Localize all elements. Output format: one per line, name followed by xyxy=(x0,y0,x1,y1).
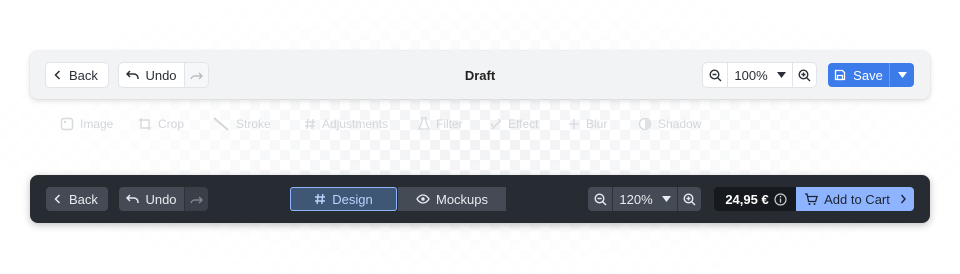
info-icon[interactable] xyxy=(774,192,787,206)
hash-icon xyxy=(314,193,326,205)
effect-icon xyxy=(490,118,502,130)
view-tabs: Design Mockups xyxy=(290,187,506,211)
zoom-in-icon xyxy=(798,68,811,82)
cart-icon xyxy=(804,192,818,206)
zoom-out-icon xyxy=(593,192,607,206)
ghost-tool-image: Image xyxy=(60,117,113,131)
purchase-group: 24,95 € Add to Cart xyxy=(714,187,914,211)
background-fade xyxy=(0,0,960,274)
redo-button[interactable] xyxy=(184,63,208,87)
ghost-tool-stroke: Stroke xyxy=(212,117,271,131)
undo-button[interactable]: Undo xyxy=(119,187,184,211)
redo-icon xyxy=(190,194,203,204)
tab-mockups[interactable]: Mockups xyxy=(398,187,506,211)
zoom-control: 100% xyxy=(703,63,816,87)
zoom-control: 120% xyxy=(588,187,701,211)
eye-icon xyxy=(416,194,430,204)
save-split-button: Save xyxy=(828,63,914,87)
redo-icon xyxy=(190,70,203,80)
ghost-tool-filter: Filter xyxy=(418,117,463,131)
light-toolbar: Back Undo Draft 100% Save xyxy=(30,51,930,99)
crop-icon xyxy=(138,117,152,131)
zoom-out-icon xyxy=(708,68,722,82)
image-icon xyxy=(60,117,74,131)
undo-icon xyxy=(126,194,140,204)
back-button[interactable]: Back xyxy=(46,187,108,211)
shadow-icon xyxy=(638,117,652,131)
caret-down-icon xyxy=(661,196,671,202)
zoom-select[interactable]: 100% xyxy=(727,63,792,87)
undo-button[interactable]: Undo xyxy=(119,63,184,87)
ghost-tool-blur: Blur xyxy=(568,117,607,131)
caret-down-icon xyxy=(776,72,786,78)
stroke-icon xyxy=(212,117,230,131)
chevron-right-icon xyxy=(900,194,906,204)
zoom-in-button[interactable] xyxy=(677,187,701,211)
undo-icon xyxy=(126,70,140,80)
save-icon xyxy=(834,69,846,81)
zoom-in-button[interactable] xyxy=(792,63,816,87)
add-to-cart-button[interactable]: Add to Cart xyxy=(796,187,914,211)
filter-icon xyxy=(418,117,430,131)
redo-button[interactable] xyxy=(184,187,208,211)
ghost-tool-effect: Effect xyxy=(490,117,538,131)
undo-redo-group: Undo xyxy=(119,63,208,87)
zoom-out-button[interactable] xyxy=(703,63,727,87)
price-display: 24,95 € xyxy=(714,187,796,211)
zoom-select[interactable]: 120% xyxy=(612,187,677,211)
ghost-tool-adjustments: Adjustments xyxy=(304,117,388,131)
back-button[interactable]: Back xyxy=(46,63,108,87)
hash-icon xyxy=(304,118,316,130)
dark-toolbar: Back Undo Design Mockups 120% 24,95 € Ad… xyxy=(30,175,930,223)
zoom-in-icon xyxy=(683,192,696,206)
undo-redo-group: Undo xyxy=(119,187,208,211)
chevron-left-icon xyxy=(54,194,61,204)
chevron-left-icon xyxy=(54,70,61,80)
save-options-button[interactable] xyxy=(889,63,914,87)
tab-design[interactable]: Design xyxy=(290,187,397,211)
ghost-tool-crop: Crop xyxy=(138,117,184,131)
caret-down-icon xyxy=(897,72,907,78)
save-button[interactable]: Save xyxy=(828,63,889,87)
zoom-out-button[interactable] xyxy=(588,187,612,211)
ghost-tool-shadow: Shadow xyxy=(638,117,701,131)
blur-icon xyxy=(568,118,580,130)
